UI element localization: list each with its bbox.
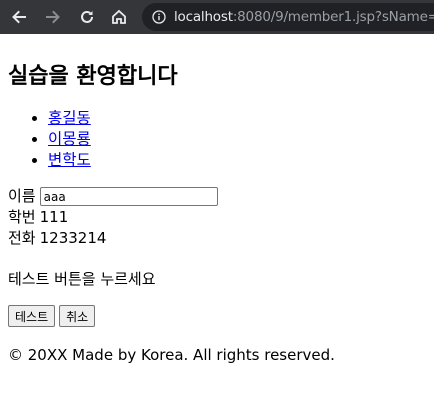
reload-icon — [81, 10, 93, 23]
button-group: 테스트 취소 — [8, 305, 96, 327]
url-path: :8080/9/member1.jsp?sName=aaa — [232, 9, 434, 25]
phone-row: 전화 1233214 — [8, 228, 218, 249]
home-button[interactable] — [108, 6, 130, 28]
arrow-right-icon — [46, 10, 60, 24]
footer-text: © 20XX Made by Korea. All rights reserve… — [8, 346, 335, 364]
student-id-row: 학번 111 — [8, 207, 218, 228]
test-button[interactable]: 테스트 — [8, 305, 56, 327]
home-icon — [112, 9, 126, 24]
address-bar[interactable]: localhost:8080/9/member1.jsp?sName=aaa — [142, 3, 434, 31]
list-item: 변학도 — [48, 150, 91, 171]
info-icon[interactable] — [152, 10, 166, 24]
url-host: localhost — [174, 9, 233, 25]
forward-button[interactable] — [42, 6, 64, 28]
member-link-3[interactable]: 변학도 — [48, 151, 91, 169]
member-list: 홍길동 이몽룡 변학도 — [8, 108, 91, 171]
student-id-label: 학번 — [8, 208, 36, 226]
browser-toolbar: localhost:8080/9/member1.jsp?sName=aaa — [0, 0, 434, 34]
list-item: 이몽룡 — [48, 129, 91, 150]
member-link-2[interactable]: 이몽룡 — [48, 130, 91, 148]
name-label: 이름 — [8, 187, 36, 205]
phone-label: 전화 — [8, 229, 36, 247]
arrow-left-icon — [12, 10, 26, 24]
page-title: 실습을 환영합니다 — [8, 64, 178, 89]
phone-value: 1233214 — [39, 229, 107, 247]
member-form: 이름 학번 111 전화 1233214 — [8, 186, 218, 249]
name-input[interactable] — [39, 187, 218, 206]
back-button[interactable] — [8, 6, 30, 28]
name-row: 이름 — [8, 186, 218, 207]
student-id-value: 111 — [39, 208, 69, 226]
reload-button[interactable] — [76, 6, 98, 28]
url-text: localhost:8080/9/member1.jsp?sName=aaa — [174, 9, 434, 25]
list-item: 홍길동 — [48, 108, 91, 129]
member-link-1[interactable]: 홍길동 — [48, 109, 91, 127]
instruction-text: 테스트 버튼을 누르세요 — [8, 270, 156, 288]
cancel-button[interactable]: 취소 — [59, 305, 96, 327]
